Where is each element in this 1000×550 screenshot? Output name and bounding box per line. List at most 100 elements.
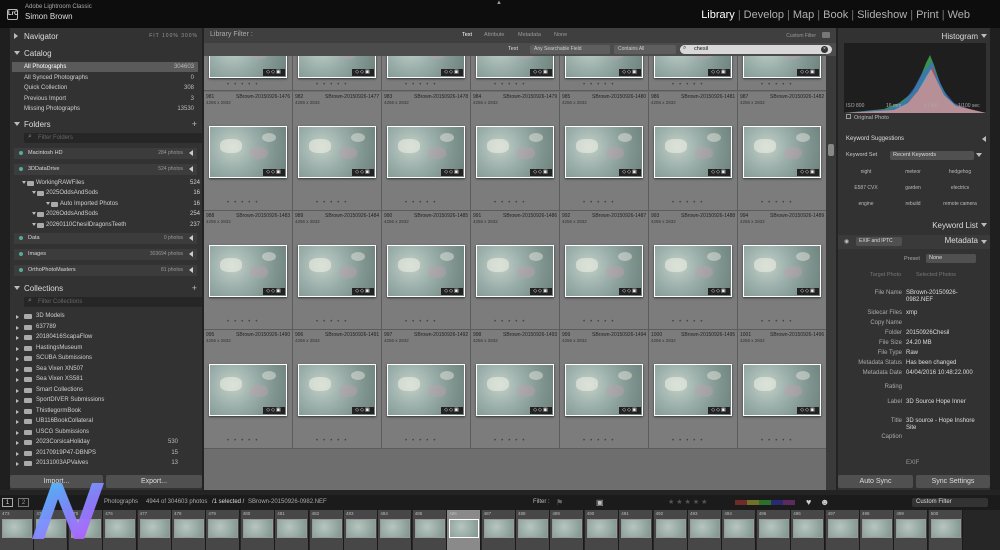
thumbnail-cell[interactable]: 1000 SBrown-20150926-1495 4256 x 2832 ◇◇▣ ••… xyxy=(649,330,738,449)
folder-item[interactable]: WorkingRAWFiles 524 xyxy=(14,178,202,188)
filmstrip-thumbnail[interactable]: 492 xyxy=(653,510,688,550)
thumbnail-cell[interactable]: 983 SBrown-20150926-1478 4256 x 2832 ◇◇▣ •••… xyxy=(382,92,471,211)
keyword-suggestion[interactable]: engine xyxy=(844,197,888,212)
filter-tab-text[interactable]: Text xyxy=(462,32,472,38)
thumbnail-badges-icon[interactable]: ◇◇▣ xyxy=(708,69,730,76)
photo-thumbnail[interactable]: ◇◇▣ xyxy=(298,56,376,78)
keyword-suggestions-collapse-icon[interactable] xyxy=(982,136,986,142)
folder-expand-icon[interactable] xyxy=(32,223,36,226)
thumbnail-cell[interactable]: 984 SBrown-20150926-1479 4256 x 2832 ◇◇▣ •••… xyxy=(471,92,560,211)
thumbnail-cell-partial[interactable]: ◇◇▣ ••••• xyxy=(382,56,471,91)
module-slideshow[interactable]: Slideshow xyxy=(857,9,907,21)
thumbnail-badges-icon[interactable]: ◇◇▣ xyxy=(263,69,285,76)
metadata-title[interactable]: Metadata xyxy=(945,236,978,245)
text-filter-input[interactable]: chesil xyxy=(680,45,832,54)
catalog-item[interactable]: Previous Import 3 xyxy=(12,94,198,104)
keyword-list-header[interactable]: Keyword List xyxy=(838,219,990,232)
collections-header[interactable]: Collections + xyxy=(10,282,202,295)
thumbnail-badges-icon[interactable]: ◇◇▣ xyxy=(619,69,641,76)
filmstrip-thumbnail[interactable]: 494 xyxy=(722,510,757,550)
thumbnail-badges-icon[interactable]: ◇◇▣ xyxy=(708,407,730,414)
folder-item[interactable]: Auto Imported Photos 16 xyxy=(14,199,202,209)
filmstrip-thumbnail[interactable]: 481 xyxy=(275,510,310,550)
photo-thumbnail[interactable]: ◇◇▣ xyxy=(476,56,554,78)
virtual-copy-filter-icon[interactable]: ▣ xyxy=(596,498,604,507)
volume-collapse-icon[interactable] xyxy=(189,166,193,172)
volume-3[interactable]: Images 303694 photos xyxy=(14,249,197,260)
photo-thumbnail[interactable]: ◇◇▣ xyxy=(298,245,376,297)
photo-thumbnail[interactable]: ◇◇▣ xyxy=(298,364,376,416)
thumbnail-cell[interactable]: 994 SBrown-20150926-1489 4256 x 2832 ◇◇▣ •••… xyxy=(738,211,826,330)
volume-2[interactable]: Data 0 photos xyxy=(14,233,197,244)
zoom-300[interactable]: 300% xyxy=(181,33,198,39)
thumbnail-badges-icon[interactable]: ◇◇▣ xyxy=(352,288,374,295)
thumbnail-cell-partial[interactable]: ◇◇▣ ••••• xyxy=(560,56,649,91)
collection-item[interactable]: USCG Submissions xyxy=(12,427,182,438)
collection-item[interactable]: 20180416ScapaFlow xyxy=(12,332,182,343)
target-photo-toggle[interactable]: Target Photo xyxy=(870,272,901,278)
filter-tab-attribute[interactable]: Attribute xyxy=(484,32,504,38)
filmstrip-thumbnail[interactable]: 485 xyxy=(412,510,447,550)
thumbnail-badges-icon[interactable]: ◇◇▣ xyxy=(797,288,819,295)
collection-expand-icon[interactable] xyxy=(16,430,19,435)
filmstrip-thumbnail[interactable]: 483 xyxy=(344,510,378,550)
rating-filter-icon[interactable]: ★★★★★ xyxy=(668,498,709,506)
folder-expand-icon[interactable] xyxy=(32,212,36,215)
thumbnail-badges-icon[interactable]: ◇◇▣ xyxy=(441,407,463,414)
filmstrip-thumbnail[interactable]: 500 xyxy=(928,510,963,550)
selected-file-name[interactable]: SBrown-20150926-0982.NEF xyxy=(248,499,327,505)
people-icon[interactable]: ☻ xyxy=(820,497,829,507)
thumbnail-cell[interactable]: 989 SBrown-20150926-1484 4256 x 2832 ◇◇▣ •••… xyxy=(293,211,382,330)
volume-collapse-icon[interactable] xyxy=(189,150,193,156)
keyword-set-select[interactable]: Recent Keywords xyxy=(890,151,974,160)
photo-thumbnail[interactable]: ◇◇▣ xyxy=(476,245,554,297)
grid-scrollbar[interactable] xyxy=(826,56,836,490)
module-develop[interactable]: Develop xyxy=(744,9,784,21)
photo-thumbnail[interactable]: ◇◇▣ xyxy=(387,364,465,416)
collection-item[interactable]: UB116BookCollateral xyxy=(12,416,182,427)
collection-expand-icon[interactable] xyxy=(16,420,19,424)
metadata-view-select[interactable]: EXIF and IPTC xyxy=(856,237,902,246)
filmstrip-thumbnail[interactable]: 495 xyxy=(756,510,791,550)
photo-thumbnail[interactable]: ◇◇▣ xyxy=(743,245,821,297)
thumbnail-cell[interactable]: 992 SBrown-20150926-1487 4256 x 2832 ◇◇▣ •••… xyxy=(560,211,649,330)
keyword-suggestion[interactable]: electrics xyxy=(938,181,982,196)
thumbnail-cell[interactable]: 996 SBrown-20150926-1491 4256 x 2832 ◇◇▣ •••… xyxy=(293,330,382,449)
keyword-set-dropdown-icon[interactable] xyxy=(976,153,982,157)
collection-expand-icon[interactable] xyxy=(16,409,19,414)
module-library[interactable]: Library xyxy=(701,9,735,21)
filmstrip-filter-preset-select[interactable]: Custom Filter xyxy=(912,498,988,507)
thumbnail-cell[interactable]: 998 SBrown-20150926-1493 4256 x 2832 ◇◇▣ •••… xyxy=(471,330,560,449)
add-collection-icon[interactable]: + xyxy=(192,282,197,295)
volume-collapse-icon[interactable] xyxy=(189,235,193,241)
thumbnail-badges-icon[interactable]: ◇◇▣ xyxy=(619,407,641,414)
filmstrip-thumbnail[interactable]: 498 xyxy=(860,510,894,550)
photo-thumbnail[interactable]: ◇◇▣ xyxy=(565,364,643,416)
catalog-item[interactable]: Quick Collection 308 xyxy=(12,83,198,93)
collection-expand-icon[interactable] xyxy=(16,388,19,393)
filmstrip-thumbnail[interactable]: 491 xyxy=(619,510,654,550)
metadata-field-value[interactable]: Has been changed xyxy=(906,360,956,366)
keyword-suggestions-header[interactable]: Keyword Suggestions xyxy=(838,133,990,146)
keyword-suggestion[interactable]: remote camera xyxy=(938,197,982,212)
filmstrip-thumbnail[interactable]: 476 xyxy=(103,510,138,550)
collection-item[interactable]: Sea Vixen XN507 xyxy=(12,364,182,375)
collapse-top-panel-icon[interactable]: ▲ xyxy=(496,0,502,6)
thumbnail-badges-icon[interactable]: ◇◇▣ xyxy=(263,288,285,295)
collection-item[interactable]: HastingsMuseum xyxy=(12,343,182,354)
thumbnail-badges-icon[interactable]: ◇◇▣ xyxy=(797,169,819,176)
photo-thumbnail[interactable]: ◇◇▣ xyxy=(743,56,821,78)
metadata-field-value[interactable]: 3D source - Hope Inshore Site xyxy=(906,418,978,432)
collection-item[interactable]: Sea Vixen XS581 xyxy=(12,374,182,385)
filmstrip-thumbnail[interactable]: 482 xyxy=(309,510,344,550)
photo-thumbnail[interactable]: ◇◇▣ xyxy=(387,245,465,297)
collection-expand-icon[interactable] xyxy=(16,462,19,466)
selected-photos-toggle[interactable]: Selected Photos xyxy=(916,272,956,278)
thumbnail-cell[interactable]: 991 SBrown-20150926-1486 4256 x 2832 ◇◇▣ •••… xyxy=(471,211,560,330)
histogram-header[interactable]: Histogram xyxy=(838,30,990,43)
thumbnail-badges-icon[interactable]: ◇◇▣ xyxy=(441,69,463,76)
collection-item[interactable]: SportDIVER Submissions xyxy=(12,395,182,406)
catalog-item[interactable]: Missing Photographs 13530 xyxy=(12,104,198,114)
thumbnail-cell[interactable]: 990 SBrown-20150926-1485 4256 x 2832 ◇◇▣ •••… xyxy=(382,211,471,330)
folders-header[interactable]: Folders + xyxy=(10,118,202,131)
